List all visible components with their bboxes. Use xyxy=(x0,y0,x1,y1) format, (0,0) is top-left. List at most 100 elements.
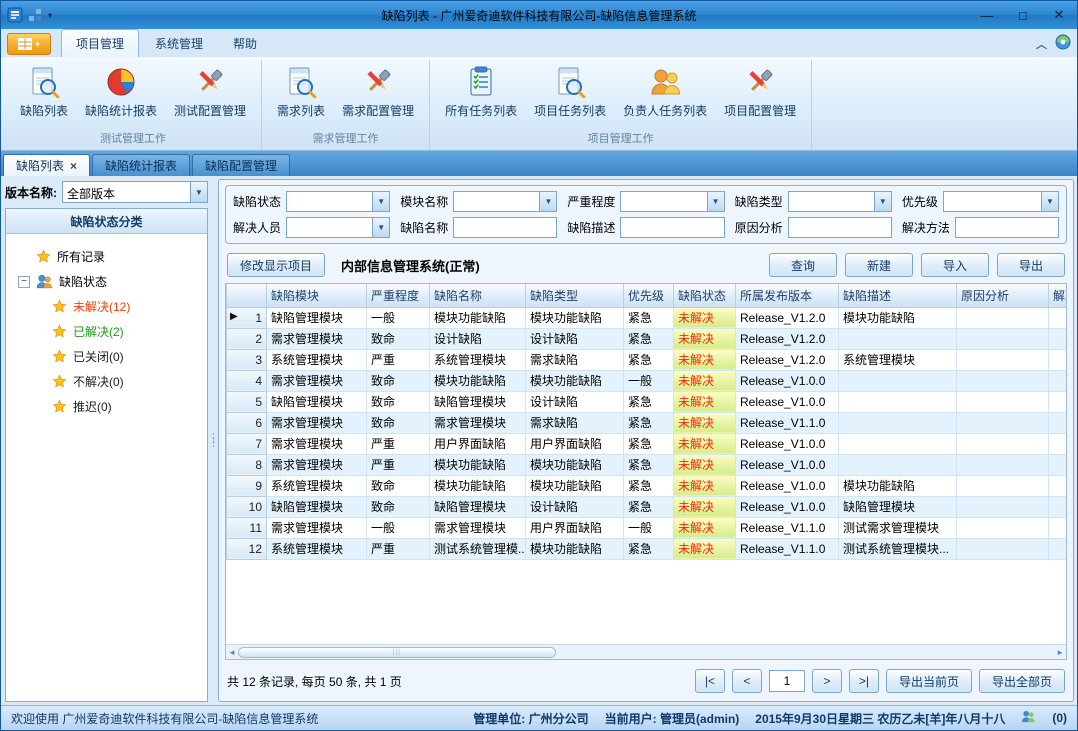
row-selector[interactable]: 2 xyxy=(227,328,267,349)
filter-combo-1-0[interactable]: ▼ xyxy=(286,217,390,238)
grid-viewport[interactable]: 缺陷模块严重程度缺陷名称缺陷类型优先级缺陷状态所属发布版本缺陷描述原因分析解决方… xyxy=(226,284,1066,644)
tree-item-1[interactable]: −缺陷状态 xyxy=(10,269,203,294)
export-current-page-button[interactable]: 导出当前页 xyxy=(886,669,972,693)
scroll-left-icon[interactable]: ◄ xyxy=(228,648,236,657)
minimize-button[interactable]: — xyxy=(969,2,1005,29)
chevron-down-icon[interactable]: ▼ xyxy=(372,218,389,237)
row-selector[interactable]: 9 xyxy=(227,475,267,496)
ribbon-button-1-1[interactable]: 需求配置管理 xyxy=(335,60,421,121)
close-button[interactable]: ✕ xyxy=(1041,2,1077,29)
modify-display-button[interactable]: 修改显示项目 xyxy=(227,253,325,277)
column-header-7[interactable]: 缺陷描述 xyxy=(839,284,957,307)
last-page-button[interactable]: >| xyxy=(849,669,879,693)
version-select[interactable]: 全部版本 ▼ xyxy=(62,181,208,203)
table-row-9[interactable]: 9系统管理模块致命模块功能缺陷模块功能缺陷紧急未解决Release_V1.0.0… xyxy=(227,475,1067,496)
document-tab-1[interactable]: 缺陷统计报表 xyxy=(92,154,190,176)
column-header-5[interactable]: 缺陷状态 xyxy=(674,284,736,307)
quick-access-grid-icon[interactable] xyxy=(28,8,43,23)
table-row-8[interactable]: 8需求管理模块严重模块功能缺陷模块功能缺陷紧急未解决Release_V1.0.0 xyxy=(227,454,1067,475)
ribbon-button-0-2[interactable]: 测试配置管理 xyxy=(167,60,253,121)
tree-item-0[interactable]: 所有记录 xyxy=(10,244,203,269)
query-button[interactable]: 查询 xyxy=(769,253,837,277)
table-row-6[interactable]: 6需求管理模块致命需求管理模块需求缺陷紧急未解决Release_V1.1.0 xyxy=(227,412,1067,433)
users-icon[interactable] xyxy=(1021,710,1036,726)
filter-combo-0-4[interactable]: ▼ xyxy=(943,191,1059,212)
row-selector[interactable]: ▶1 xyxy=(227,307,267,328)
tree-item-5[interactable]: 不解决(0) xyxy=(10,369,203,394)
row-selector[interactable]: 8 xyxy=(227,454,267,475)
filter-input-1-2[interactable] xyxy=(620,217,724,238)
table-row-1[interactable]: ▶1缺陷管理模块一般模块功能缺陷模块功能缺陷紧急未解决Release_V1.2.… xyxy=(227,307,1067,328)
collapse-ribbon-icon[interactable]: ︿ xyxy=(1036,36,1047,52)
ribbon-button-2-3[interactable]: 项目配置管理 xyxy=(717,60,803,121)
ribbon-button-0-0[interactable]: 缺陷列表 xyxy=(13,60,75,121)
column-header-4[interactable]: 优先级 xyxy=(624,284,674,307)
chevron-down-icon[interactable]: ▼ xyxy=(539,192,556,211)
ribbon-tab-2[interactable]: 帮助 xyxy=(219,30,271,57)
style-icon[interactable] xyxy=(1055,34,1071,53)
table-row-3[interactable]: 3系统管理模块严重系统管理模块需求缺陷紧急未解决Release_V1.2.0系统… xyxy=(227,349,1067,370)
scrollbar-thumb[interactable]: ||| xyxy=(238,647,556,658)
filter-input-1-3[interactable] xyxy=(788,217,892,238)
row-selector[interactable]: 5 xyxy=(227,391,267,412)
tree-item-3[interactable]: 已解决(2) xyxy=(10,319,203,344)
collapse-icon[interactable]: − xyxy=(18,276,30,288)
next-page-button[interactable]: > xyxy=(812,669,842,693)
column-header-9[interactable]: 解决方法 xyxy=(1049,284,1067,307)
ribbon-button-0-1[interactable]: 缺陷统计报表 xyxy=(78,60,164,121)
row-selector[interactable]: 10 xyxy=(227,496,267,517)
document-tab-0[interactable]: 缺陷列表× xyxy=(3,154,90,176)
quick-access-dropdown-icon[interactable]: ▾ xyxy=(48,11,52,20)
table-row-7[interactable]: 7需求管理模块严重用户界面缺陷用户界面缺陷紧急未解决Release_V1.0.0 xyxy=(227,433,1067,454)
row-selector[interactable]: 6 xyxy=(227,412,267,433)
table-row-2[interactable]: 2需求管理模块致命设计缺陷设计缺陷紧急未解决Release_V1.2.0 xyxy=(227,328,1067,349)
table-row-11[interactable]: 11需求管理模块一般需求管理模块用户界面缺陷一般未解决Release_V1.1.… xyxy=(227,517,1067,538)
table-row-12[interactable]: 12系统管理模块严重测试系统管理模...模块功能缺陷紧急未解决Release_V… xyxy=(227,538,1067,559)
filter-combo-0-1[interactable]: ▼ xyxy=(453,191,557,212)
export-all-pages-button[interactable]: 导出全部页 xyxy=(979,669,1065,693)
column-header-1[interactable]: 严重程度 xyxy=(367,284,430,307)
row-selector[interactable]: 11 xyxy=(227,517,267,538)
import-button[interactable]: 导入 xyxy=(921,253,989,277)
ribbon-button-1-0[interactable]: 需求列表 xyxy=(270,60,332,121)
ribbon-tab-0[interactable]: 项目管理 xyxy=(61,29,139,57)
horizontal-scrollbar[interactable]: ◄ ||| ► xyxy=(226,644,1066,659)
page-number-input[interactable] xyxy=(769,670,805,692)
chevron-down-icon[interactable]: ▼ xyxy=(190,182,207,202)
row-selector[interactable]: 3 xyxy=(227,349,267,370)
app-menu-button[interactable]: ▾ xyxy=(7,33,51,55)
tree-item-2[interactable]: 未解决(12) xyxy=(10,294,203,319)
new-button[interactable]: 新建 xyxy=(845,253,913,277)
table-row-4[interactable]: 4需求管理模块致命模块功能缺陷模块功能缺陷一般未解决Release_V1.0.0 xyxy=(227,370,1067,391)
tree-item-6[interactable]: 推迟(0) xyxy=(10,394,203,419)
export-button[interactable]: 导出 xyxy=(997,253,1065,277)
filter-combo-0-2[interactable]: ▼ xyxy=(620,191,724,212)
chevron-down-icon[interactable]: ▼ xyxy=(874,192,891,211)
column-header-0[interactable]: 缺陷模块 xyxy=(267,284,367,307)
ribbon-tab-1[interactable]: 系统管理 xyxy=(141,30,217,57)
document-tab-2[interactable]: 缺陷配置管理 xyxy=(192,154,290,176)
column-header-8[interactable]: 原因分析 xyxy=(957,284,1049,307)
table-row-10[interactable]: 10缺陷管理模块致命缺陷管理模块设计缺陷紧急未解决Release_V1.0.0缺… xyxy=(227,496,1067,517)
ribbon-button-2-0[interactable]: 所有任务列表 xyxy=(438,60,524,121)
tree-item-4[interactable]: 已关闭(0) xyxy=(10,344,203,369)
chevron-down-icon[interactable]: ▼ xyxy=(1041,192,1058,211)
row-selector[interactable]: 4 xyxy=(227,370,267,391)
row-selector[interactable]: 7 xyxy=(227,433,267,454)
filter-combo-0-3[interactable]: ▼ xyxy=(788,191,892,212)
row-selector[interactable]: 12 xyxy=(227,538,267,559)
scroll-right-icon[interactable]: ► xyxy=(1056,648,1064,657)
close-tab-icon[interactable]: × xyxy=(70,159,77,173)
filter-input-1-1[interactable] xyxy=(453,217,557,238)
column-header-6[interactable]: 所属发布版本 xyxy=(736,284,839,307)
ribbon-button-2-1[interactable]: 项目任务列表 xyxy=(527,60,613,121)
splitter[interactable]: ⋮⋮ xyxy=(208,176,218,705)
filter-input-1-4[interactable] xyxy=(955,217,1059,238)
chevron-down-icon[interactable]: ▼ xyxy=(707,192,724,211)
title-bar[interactable]: ▾ 缺陷列表 - 广州爱奇迪软件科技有限公司-缺陷信息管理系统 — □ ✕ xyxy=(1,1,1077,29)
chevron-down-icon[interactable]: ▼ xyxy=(372,192,389,211)
ribbon-button-2-2[interactable]: 负责人任务列表 xyxy=(616,60,714,121)
maximize-button[interactable]: □ xyxy=(1005,2,1041,29)
table-row-5[interactable]: 5缺陷管理模块致命缺陷管理模块设计缺陷紧急未解决Release_V1.0.0 xyxy=(227,391,1067,412)
filter-combo-0-0[interactable]: ▼ xyxy=(286,191,390,212)
